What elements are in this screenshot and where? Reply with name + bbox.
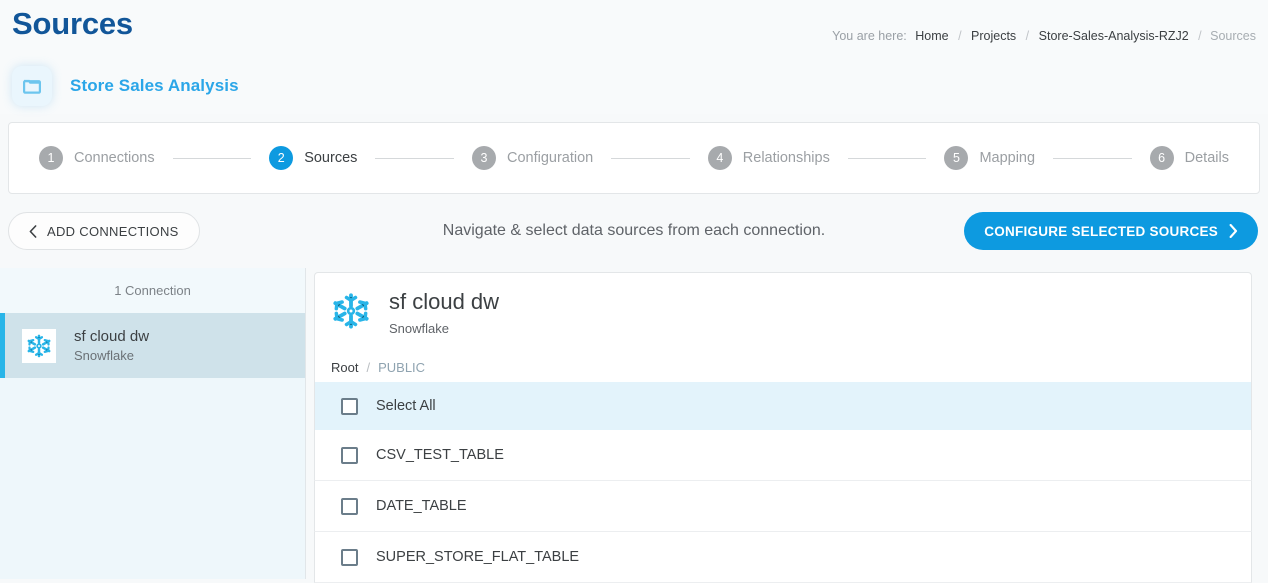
table-row-label: DATE_TABLE bbox=[376, 498, 467, 514]
step-number: 4 bbox=[707, 146, 732, 170]
sidebar-item-type: Snowflake bbox=[74, 348, 134, 363]
step-connections[interactable]: 1 Connections bbox=[39, 146, 155, 170]
sidebar-item-sf-cloud-dw[interactable]: sf cloud dw Snowflake bbox=[0, 313, 305, 378]
step-number: 6 bbox=[1149, 146, 1174, 170]
step-number: 1 bbox=[39, 146, 63, 170]
step-connector bbox=[172, 157, 252, 159]
table-row-label: SUPER_STORE_FLAT_TABLE bbox=[376, 549, 580, 565]
snowflake-icon bbox=[331, 291, 371, 331]
table-row[interactable]: DATE_TABLE bbox=[314, 481, 1252, 532]
path-separator: / bbox=[366, 359, 371, 375]
step-number: 2 bbox=[269, 146, 294, 170]
breadcrumb-separator: / bbox=[1198, 29, 1202, 43]
source-path-breadcrumb: Root / PUBLIC bbox=[331, 352, 1235, 382]
table-row[interactable]: SUPER_STORE_FLAT_TABLE bbox=[314, 532, 1252, 583]
table-row-checkbox[interactable] bbox=[341, 446, 358, 464]
path-item-root[interactable]: Root bbox=[331, 360, 358, 375]
source-panel-titles: sf cloud dw Snowflake bbox=[389, 289, 499, 336]
table-row-checkbox[interactable] bbox=[341, 497, 358, 515]
step-label: Mapping bbox=[979, 150, 1036, 166]
path-item-current: PUBLIC bbox=[378, 359, 426, 375]
page-title: Sources bbox=[12, 6, 133, 41]
table-row[interactable]: CSV_TEST_TABLE bbox=[314, 430, 1252, 481]
breadcrumb-item-projects[interactable]: Projects bbox=[971, 29, 1016, 43]
breadcrumb-label: You are here: bbox=[832, 29, 907, 43]
step-details[interactable]: 6 Details bbox=[1149, 146, 1229, 170]
sidebar-item-name: sf cloud dw bbox=[74, 328, 150, 345]
breadcrumb-item-current: Sources bbox=[1210, 29, 1256, 43]
source-panel-header: sf cloud dw Snowflake Root / PUBLIC bbox=[314, 272, 1252, 382]
step-relationships[interactable]: 4 Relationships bbox=[707, 146, 830, 170]
page-header: Sources You are here: Home / Projects / … bbox=[0, 0, 1268, 114]
source-panel-identity: sf cloud dw Snowflake bbox=[331, 289, 1235, 336]
project-row: Store Sales Analysis bbox=[12, 66, 239, 106]
folder-icon bbox=[12, 66, 52, 106]
select-all-checkbox[interactable] bbox=[341, 397, 358, 415]
step-number: 3 bbox=[471, 146, 496, 170]
step-mapping[interactable]: 5 Mapping bbox=[944, 146, 1035, 170]
step-number: 5 bbox=[944, 146, 969, 170]
select-all-label: Select All bbox=[376, 398, 436, 414]
stepper: 1 Connections 2 Sources 3 Configuration … bbox=[8, 122, 1260, 194]
step-label: Sources bbox=[304, 150, 358, 166]
step-label: Details bbox=[1184, 150, 1229, 166]
breadcrumb-item-home[interactable]: Home bbox=[915, 29, 948, 43]
breadcrumb-separator: / bbox=[958, 29, 962, 43]
step-label: Connections bbox=[74, 150, 155, 166]
step-connector bbox=[375, 157, 454, 159]
project-name[interactable]: Store Sales Analysis bbox=[70, 76, 239, 96]
step-label: Relationships bbox=[742, 150, 830, 166]
breadcrumb-separator: / bbox=[1025, 29, 1030, 43]
chevron-right-icon bbox=[1229, 223, 1238, 239]
step-connector bbox=[847, 157, 927, 159]
step-connector bbox=[611, 157, 690, 159]
sidebar-item-meta: sf cloud dw Snowflake bbox=[74, 328, 149, 363]
table-row-checkbox[interactable] bbox=[341, 548, 358, 566]
snowflake-icon bbox=[22, 328, 56, 363]
action-bar: ADD CONNECTIONS Navigate & select data s… bbox=[0, 198, 1268, 264]
step-configuration[interactable]: 3 Configuration bbox=[471, 146, 594, 170]
connections-sidebar: 1 Connection sf cloud dw Snowflake bbox=[0, 268, 306, 579]
step-label: Configuration bbox=[506, 150, 594, 166]
step-connector bbox=[1053, 157, 1132, 159]
configure-selected-sources-button[interactable]: CONFIGURE SELECTED SOURCES bbox=[964, 212, 1258, 250]
lower-region: 1 Connection sf cloud dw Snowflake sf cl… bbox=[0, 268, 1268, 583]
table-row-label: CSV_TEST_TABLE bbox=[376, 447, 504, 463]
configure-selected-sources-label: CONFIGURE SELECTED SOURCES bbox=[984, 223, 1218, 239]
connection-count-label: 1 Connection bbox=[0, 268, 305, 313]
breadcrumb: You are here: Home / Projects / Store-Sa… bbox=[832, 29, 1256, 43]
source-panel-subtitle: Snowflake bbox=[389, 321, 449, 336]
select-all-row[interactable]: Select All bbox=[314, 382, 1252, 430]
step-sources[interactable]: 2 Sources bbox=[269, 146, 357, 170]
breadcrumb-item-project[interactable]: Store-Sales-Analysis-RZJ2 bbox=[1039, 29, 1189, 43]
source-panel-title: sf cloud dw bbox=[389, 289, 500, 314]
source-panel: sf cloud dw Snowflake Root / PUBLIC Sele… bbox=[306, 268, 1260, 583]
